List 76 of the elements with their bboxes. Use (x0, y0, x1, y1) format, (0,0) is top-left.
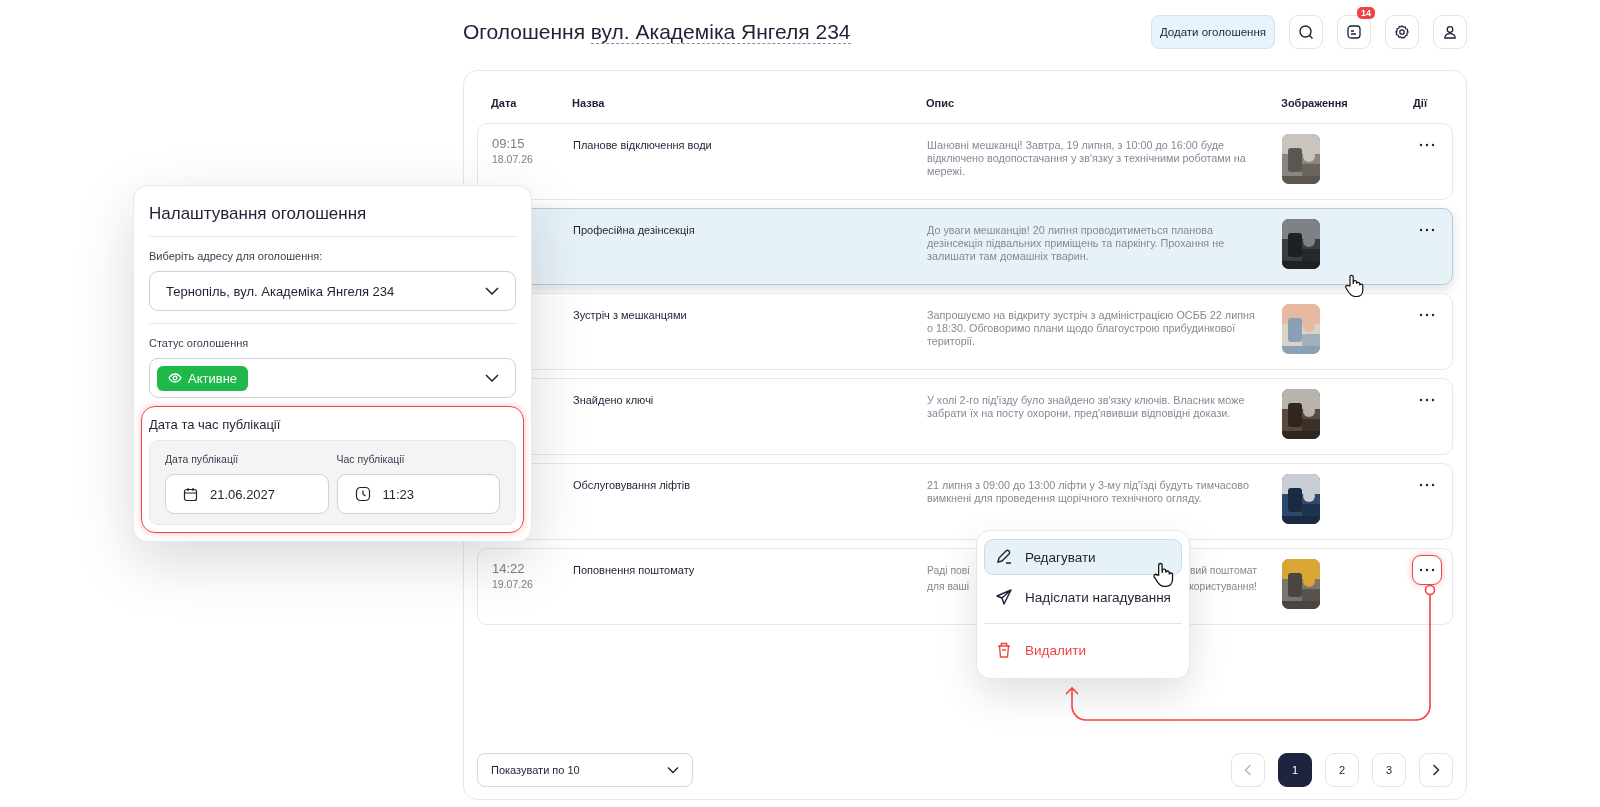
hand-cursor-icon (1343, 274, 1365, 298)
more-icon (1419, 568, 1435, 572)
search-icon (1298, 24, 1314, 40)
announcement-description: У холі 2-го під'їзду було знайдено зв'язку ключів. Власник може забрати їх на посту охорони, пред'явивши відповідні докази. (927, 393, 1246, 420)
announcement-title: Планове відключення води (573, 138, 713, 151)
user-icon (1442, 24, 1458, 40)
notifications-button[interactable] (1337, 15, 1371, 49)
page-size-select[interactable]: Показувати по 10 (477, 753, 693, 787)
announcement-title: Знайдено ключі (573, 393, 655, 406)
announcement-title: Професійна дезінсекція (573, 223, 696, 236)
status-badge: Активне (157, 365, 249, 391)
menu-item[interactable]: Видалити (984, 632, 1182, 668)
page-button[interactable]: 2 (1325, 753, 1359, 787)
menu-item[interactable]: Надіслати нагадування (984, 579, 1182, 615)
column-header: Дата (491, 97, 518, 109)
more-icon (1419, 313, 1435, 317)
column-header: Назва (572, 97, 606, 109)
add-announcement-button[interactable]: Додати оголошення (1150, 15, 1275, 49)
column-header: Зображення (1281, 97, 1349, 109)
more-icon (1419, 143, 1435, 147)
description-fragment: для ваші (927, 580, 970, 593)
menu-item[interactable]: Редагувати (984, 539, 1182, 575)
announcement-title: Обслуговування ліфтів (573, 478, 692, 491)
paper-plane-icon (995, 588, 1013, 606)
field-label: Дата публікації (165, 453, 240, 465)
hand-cursor-icon (1151, 562, 1175, 588)
description-fragment: користування! (1189, 580, 1257, 593)
time-text: 14:22 (492, 561, 526, 576)
notification-badge: 14 (1357, 7, 1375, 19)
field-label: Час публікації (336, 453, 406, 465)
chevron-right-icon (1432, 764, 1440, 776)
date-field[interactable]: 21.06.2027 (165, 474, 329, 514)
page-title: Оголошення (463, 20, 585, 43)
panel-title: Налаштування оголошення (149, 204, 368, 224)
page-button[interactable]: 1 (1278, 753, 1312, 787)
calendar-icon (183, 486, 198, 502)
more-icon (1419, 398, 1435, 402)
chevron-down-icon (667, 766, 679, 774)
chevron-down-icon (485, 374, 499, 382)
field-label: Статус оголошення (149, 337, 250, 349)
more-icon (1419, 228, 1435, 232)
settings-button[interactable] (1385, 15, 1419, 49)
more-icon (1419, 483, 1435, 487)
announcement-row[interactable]: 09:15 18.07.26 Планове відключення води Шановні мешканці! Завтра, 19 липня, з 10:00 до 16:00 буде відключено водопостачання у зв'язку з технічними роботами на мережі. (477, 123, 1453, 200)
field-label: Виберіть адресу для оголошення: (149, 250, 324, 262)
column-header: Дії (1413, 97, 1429, 109)
clock-icon (354, 486, 371, 502)
announcement-description: Запрошуємо на відкриту зустріч з адміністрацією ОСББ 22 липня о 18:30. Обговоримо плани щодо благоустрою прибудинкової території. (927, 308, 1255, 348)
announcement-description: 21 липня з 09:00 до 13:00 ліфти у 3-му під'їзді будуть тимчасово вимкнені для проведення щорічного технічного огляду. (927, 478, 1250, 505)
settings-icon (1394, 24, 1410, 40)
message-icon (1346, 24, 1362, 40)
description-fragment: вий поштомат (1189, 564, 1257, 577)
announcement-title: Зустріч з мешканцями (573, 308, 688, 321)
more-actions-button[interactable] (1412, 555, 1442, 585)
description-fragment: Раді пові (927, 564, 970, 577)
announcement-description: До уваги мешканців! 20 липня проводитиметься планова дезінсекція підвальних приміщень та паркінгу. Прохання не залишати там домашніх тварин. (927, 223, 1226, 263)
trash-icon (995, 641, 1013, 659)
date-text: 19.07.26 (492, 578, 534, 590)
chevron-left-icon (1244, 764, 1252, 776)
pencil-icon (995, 548, 1013, 566)
column-header: Опис (926, 97, 956, 109)
announcement-title: Поповнення поштомату (573, 563, 696, 576)
address-dropdown[interactable]: Тернопіль, вул. Академіка Янгеля 234 (149, 271, 516, 311)
profile-button[interactable] (1433, 15, 1467, 49)
chevron-down-icon (485, 287, 499, 295)
announcement-description: Шановні мешканці! Завтра, 19 липня, з 10:00 до 16:00 буде відключено водопостачання у зв'язку з технічними роботами на мережі. (927, 138, 1247, 178)
time-text: 09:15 (492, 136, 526, 151)
previous-page-button[interactable] (1231, 753, 1265, 787)
next-page-button[interactable] (1419, 753, 1453, 787)
date-text: 18.07.26 (492, 153, 534, 165)
time-field[interactable]: 11:23 (336, 474, 500, 514)
page-button[interactable]: 3 (1372, 753, 1406, 787)
eye-icon (168, 373, 182, 383)
section-heading: Дата та час публікації (149, 417, 282, 432)
search-button[interactable] (1289, 15, 1323, 49)
address-link[interactable]: вул. Академіка Янгеля 234 (590, 20, 851, 44)
